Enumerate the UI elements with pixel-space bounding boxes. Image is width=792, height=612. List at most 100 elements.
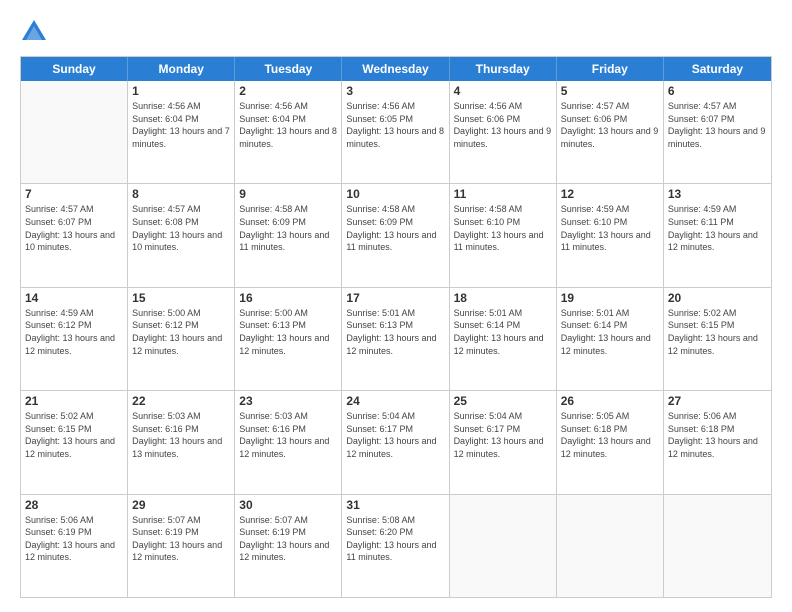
sun-info: Sunrise: 4:56 AM Sunset: 6:04 PM Dayligh…	[132, 100, 230, 150]
calendar-cell: 30 Sunrise: 5:07 AM Sunset: 6:19 PM Dayli…	[235, 495, 342, 597]
day-number: 31	[346, 498, 444, 512]
day-number: 21	[25, 394, 123, 408]
calendar-cell: 23 Sunrise: 5:03 AM Sunset: 6:16 PM Dayli…	[235, 391, 342, 493]
sun-info: Sunrise: 5:02 AM Sunset: 6:15 PM Dayligh…	[25, 410, 123, 460]
logo-icon	[20, 18, 48, 46]
calendar-cell: 2 Sunrise: 4:56 AM Sunset: 6:04 PM Daylig…	[235, 81, 342, 183]
weekday-header: Tuesday	[235, 57, 342, 81]
day-number: 14	[25, 291, 123, 305]
day-number: 6	[668, 84, 767, 98]
calendar-row: 28 Sunrise: 5:06 AM Sunset: 6:19 PM Dayli…	[21, 495, 771, 597]
page: SundayMondayTuesdayWednesdayThursdayFrid…	[0, 0, 792, 612]
weekday-header: Monday	[128, 57, 235, 81]
calendar-cell: 1 Sunrise: 4:56 AM Sunset: 6:04 PM Daylig…	[128, 81, 235, 183]
weekday-header: Friday	[557, 57, 664, 81]
sun-info: Sunrise: 4:57 AM Sunset: 6:08 PM Dayligh…	[132, 203, 230, 253]
calendar-header: SundayMondayTuesdayWednesdayThursdayFrid…	[21, 57, 771, 81]
day-number: 23	[239, 394, 337, 408]
sun-info: Sunrise: 4:56 AM Sunset: 6:05 PM Dayligh…	[346, 100, 444, 150]
day-number: 11	[454, 187, 552, 201]
sun-info: Sunrise: 5:03 AM Sunset: 6:16 PM Dayligh…	[239, 410, 337, 460]
day-number: 30	[239, 498, 337, 512]
sun-info: Sunrise: 5:06 AM Sunset: 6:18 PM Dayligh…	[668, 410, 767, 460]
calendar-cell: 19Sunrise: 5:01 AM Sunset: 6:14 PM Dayli…	[557, 288, 664, 390]
sun-info: Sunrise: 4:56 AM Sunset: 6:06 PM Dayligh…	[454, 100, 552, 150]
calendar: SundayMondayTuesdayWednesdayThursdayFrid…	[20, 56, 772, 598]
day-number: 18	[454, 291, 552, 305]
day-number: 28	[25, 498, 123, 512]
sun-info: Sunrise: 4:59 AM Sunset: 6:12 PM Dayligh…	[25, 307, 123, 357]
day-number: 9	[239, 187, 337, 201]
calendar-cell: 25Sunrise: 5:04 AM Sunset: 6:17 PM Dayli…	[450, 391, 557, 493]
calendar-cell	[21, 81, 128, 183]
sun-info: Sunrise: 5:00 AM Sunset: 6:12 PM Dayligh…	[132, 307, 230, 357]
day-number: 5	[561, 84, 659, 98]
logo	[20, 18, 52, 46]
sun-info: Sunrise: 5:08 AM Sunset: 6:20 PM Dayligh…	[346, 514, 444, 564]
day-number: 1	[132, 84, 230, 98]
sun-info: Sunrise: 4:59 AM Sunset: 6:11 PM Dayligh…	[668, 203, 767, 253]
day-number: 7	[25, 187, 123, 201]
calendar-cell: 18Sunrise: 5:01 AM Sunset: 6:14 PM Dayli…	[450, 288, 557, 390]
sun-info: Sunrise: 5:07 AM Sunset: 6:19 PM Dayligh…	[132, 514, 230, 564]
calendar-cell: 15 Sunrise: 5:00 AM Sunset: 6:12 PM Dayli…	[128, 288, 235, 390]
day-number: 22	[132, 394, 230, 408]
day-number: 24	[346, 394, 444, 408]
calendar-cell: 5 Sunrise: 4:57 AM Sunset: 6:06 PM Daylig…	[557, 81, 664, 183]
calendar-cell: 4Sunrise: 4:56 AM Sunset: 6:06 PM Daylig…	[450, 81, 557, 183]
sun-info: Sunrise: 4:58 AM Sunset: 6:09 PM Dayligh…	[346, 203, 444, 253]
calendar-row: 14 Sunrise: 4:59 AM Sunset: 6:12 PM Dayli…	[21, 288, 771, 391]
sun-info: Sunrise: 4:57 AM Sunset: 6:07 PM Dayligh…	[668, 100, 767, 150]
sun-info: Sunrise: 5:02 AM Sunset: 6:15 PM Dayligh…	[668, 307, 767, 357]
calendar-cell	[664, 495, 771, 597]
weekday-header: Sunday	[21, 57, 128, 81]
sun-info: Sunrise: 5:06 AM Sunset: 6:19 PM Dayligh…	[25, 514, 123, 564]
sun-info: Sunrise: 4:56 AM Sunset: 6:04 PM Dayligh…	[239, 100, 337, 150]
calendar-cell: 29 Sunrise: 5:07 AM Sunset: 6:19 PM Dayli…	[128, 495, 235, 597]
day-number: 25	[454, 394, 552, 408]
day-number: 16	[239, 291, 337, 305]
sun-info: Sunrise: 5:04 AM Sunset: 6:17 PM Dayligh…	[346, 410, 444, 460]
day-number: 2	[239, 84, 337, 98]
day-number: 15	[132, 291, 230, 305]
calendar-cell: 28 Sunrise: 5:06 AM Sunset: 6:19 PM Dayli…	[21, 495, 128, 597]
day-number: 10	[346, 187, 444, 201]
sun-info: Sunrise: 4:57 AM Sunset: 6:06 PM Dayligh…	[561, 100, 659, 150]
day-number: 27	[668, 394, 767, 408]
calendar-row: 7 Sunrise: 4:57 AM Sunset: 6:07 PM Daylig…	[21, 184, 771, 287]
sun-info: Sunrise: 4:57 AM Sunset: 6:07 PM Dayligh…	[25, 203, 123, 253]
sun-info: Sunrise: 4:59 AM Sunset: 6:10 PM Dayligh…	[561, 203, 659, 253]
calendar-cell: 16 Sunrise: 5:00 AM Sunset: 6:13 PM Dayli…	[235, 288, 342, 390]
calendar-cell: 11 Sunrise: 4:58 AM Sunset: 6:10 PM Dayli…	[450, 184, 557, 286]
calendar-cell: 9 Sunrise: 4:58 AM Sunset: 6:09 PM Daylig…	[235, 184, 342, 286]
calendar-body: 1 Sunrise: 4:56 AM Sunset: 6:04 PM Daylig…	[21, 81, 771, 597]
calendar-cell: 31 Sunrise: 5:08 AM Sunset: 6:20 PM Dayli…	[342, 495, 449, 597]
calendar-cell: 22Sunrise: 5:03 AM Sunset: 6:16 PM Dayli…	[128, 391, 235, 493]
day-number: 19	[561, 291, 659, 305]
calendar-cell: 21 Sunrise: 5:02 AM Sunset: 6:15 PM Dayli…	[21, 391, 128, 493]
sun-info: Sunrise: 4:58 AM Sunset: 6:10 PM Dayligh…	[454, 203, 552, 253]
day-number: 20	[668, 291, 767, 305]
calendar-cell: 24 Sunrise: 5:04 AM Sunset: 6:17 PM Dayli…	[342, 391, 449, 493]
calendar-cell: 12 Sunrise: 4:59 AM Sunset: 6:10 PM Dayli…	[557, 184, 664, 286]
calendar-cell	[450, 495, 557, 597]
day-number: 3	[346, 84, 444, 98]
day-number: 29	[132, 498, 230, 512]
calendar-cell: 26Sunrise: 5:05 AM Sunset: 6:18 PM Dayli…	[557, 391, 664, 493]
calendar-row: 1 Sunrise: 4:56 AM Sunset: 6:04 PM Daylig…	[21, 81, 771, 184]
sun-info: Sunrise: 5:00 AM Sunset: 6:13 PM Dayligh…	[239, 307, 337, 357]
calendar-cell: 14 Sunrise: 4:59 AM Sunset: 6:12 PM Dayli…	[21, 288, 128, 390]
day-number: 8	[132, 187, 230, 201]
calendar-row: 21 Sunrise: 5:02 AM Sunset: 6:15 PM Dayli…	[21, 391, 771, 494]
calendar-cell: 17Sunrise: 5:01 AM Sunset: 6:13 PM Dayli…	[342, 288, 449, 390]
calendar-cell: 13Sunrise: 4:59 AM Sunset: 6:11 PM Dayli…	[664, 184, 771, 286]
calendar-cell: 10 Sunrise: 4:58 AM Sunset: 6:09 PM Dayli…	[342, 184, 449, 286]
sun-info: Sunrise: 5:05 AM Sunset: 6:18 PM Dayligh…	[561, 410, 659, 460]
sun-info: Sunrise: 5:07 AM Sunset: 6:19 PM Dayligh…	[239, 514, 337, 564]
day-number: 17	[346, 291, 444, 305]
calendar-cell: 27 Sunrise: 5:06 AM Sunset: 6:18 PM Dayli…	[664, 391, 771, 493]
calendar-cell	[557, 495, 664, 597]
day-number: 12	[561, 187, 659, 201]
sun-info: Sunrise: 4:58 AM Sunset: 6:09 PM Dayligh…	[239, 203, 337, 253]
calendar-cell: 3 Sunrise: 4:56 AM Sunset: 6:05 PM Daylig…	[342, 81, 449, 183]
